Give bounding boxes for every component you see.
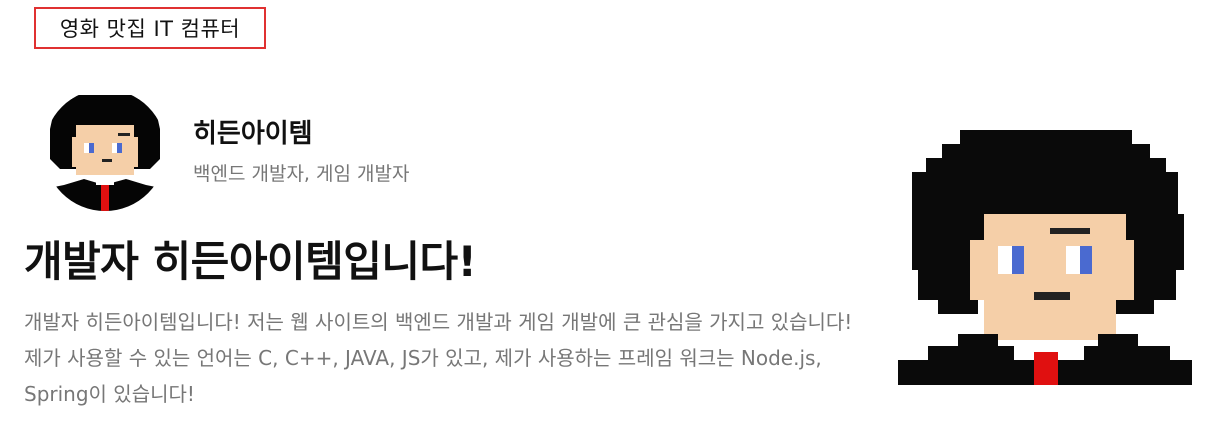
- brand-logo-link[interactable]: 영화 맛집 IT 컴퓨터: [34, 7, 266, 49]
- page-title: 개발자 히든아이템입니다!: [24, 237, 477, 286]
- brand-label: 영화 맛집 IT 컴퓨터: [59, 17, 241, 41]
- profile-role: 백엔드 개발자, 게임 개발자: [193, 163, 410, 185]
- profile-avatar: [44, 89, 166, 211]
- pixel-character-illustration: [898, 130, 1192, 385]
- profile-name: 히든아이템: [193, 119, 313, 149]
- character-illustration: [898, 130, 1192, 385]
- intro-description: 개발자 히든아이템입니다! 저는 웹 사이트의 백엔드 개발과 게임 개발에 큰…: [24, 310, 853, 406]
- pixel-character-avatar-icon: [44, 89, 166, 211]
